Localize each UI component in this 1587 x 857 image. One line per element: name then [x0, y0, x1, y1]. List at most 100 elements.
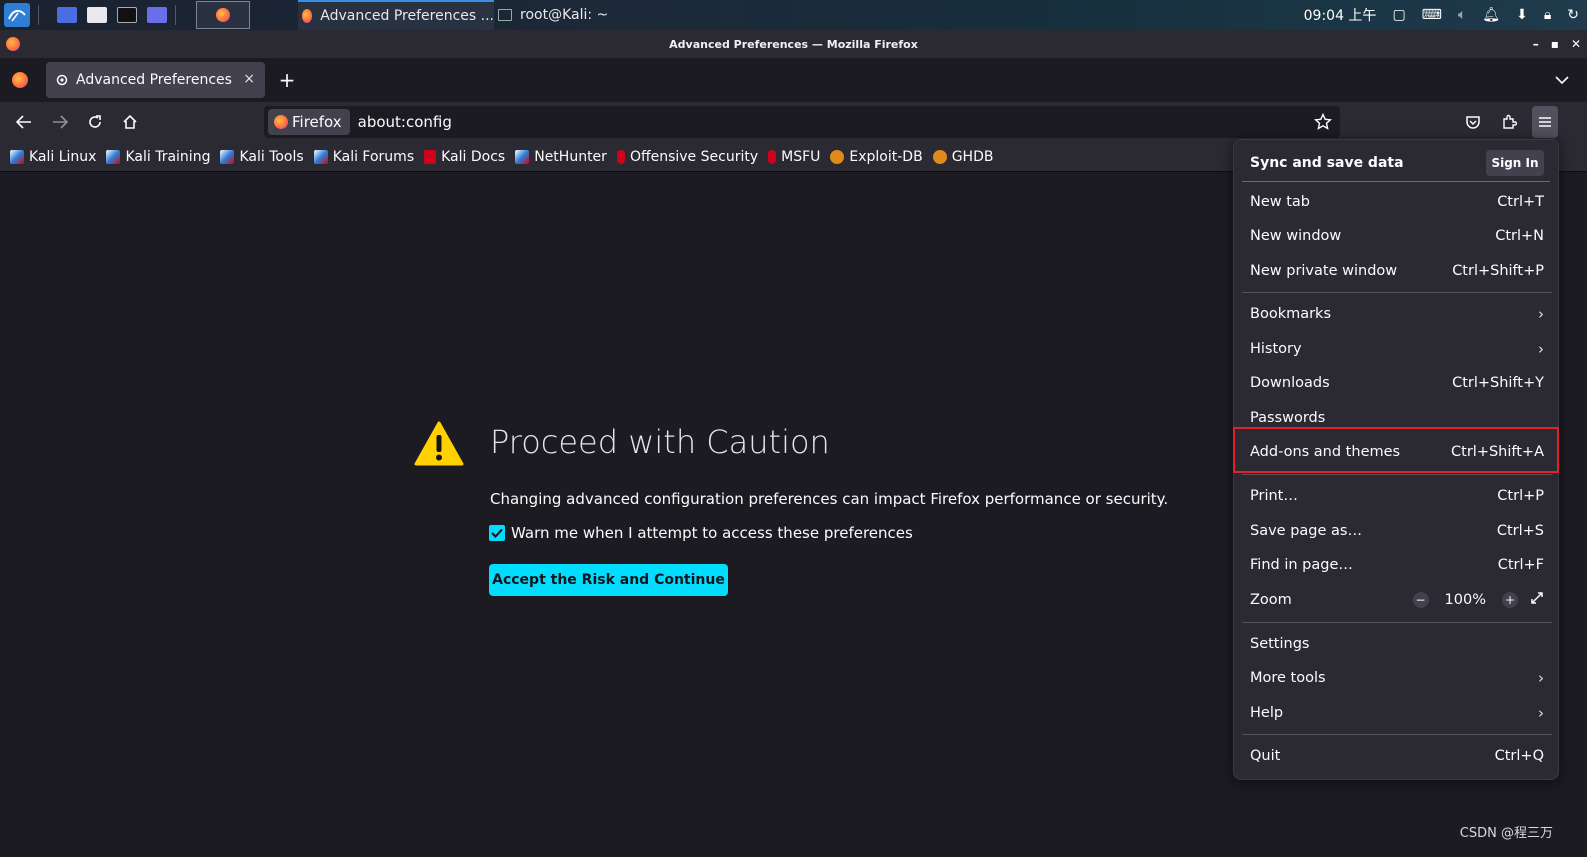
- app-menu-button[interactable]: [1532, 106, 1558, 138]
- desktop-taskbar: Advanced Preferences ... root@Kali: ~ 09…: [0, 0, 1587, 30]
- update-icon[interactable]: ⬇︎: [1516, 7, 1528, 23]
- menu-separator: [1242, 474, 1552, 475]
- bookmark-item[interactable]: Exploit-DB: [830, 148, 923, 165]
- reload-icon[interactable]: [85, 112, 105, 132]
- menu-item-quit[interactable]: Quit Ctrl+Q: [1242, 739, 1552, 773]
- menu-item-label: Print…: [1250, 488, 1298, 504]
- bookmark-item[interactable]: Kali Forums: [313, 149, 414, 165]
- pocket-icon[interactable]: [1463, 112, 1483, 132]
- zoom-level[interactable]: 100%: [1445, 592, 1486, 608]
- close-tab-icon[interactable]: ×: [243, 71, 255, 87]
- bookmark-item[interactable]: Kali Tools: [220, 149, 304, 165]
- menu-item-history[interactable]: History ›: [1242, 332, 1552, 366]
- menu-item-help[interactable]: Help ›: [1242, 696, 1552, 730]
- tab-advanced-preferences[interactable]: Advanced Preferences ×: [46, 62, 265, 98]
- minimize-button[interactable]: –: [1533, 37, 1539, 51]
- bookmark-item[interactable]: Offensive Security: [616, 148, 759, 165]
- menu-item-print[interactable]: Print… Ctrl+P: [1242, 479, 1552, 513]
- zoom-in-button[interactable]: +: [1502, 592, 1518, 608]
- power-icon[interactable]: ↻: [1567, 7, 1579, 23]
- chevron-right-icon: ›: [1538, 340, 1544, 358]
- firefox-icon: [274, 115, 288, 129]
- taskbar-task-terminal[interactable]: root@Kali: ~: [498, 0, 608, 30]
- menu-item-downloads[interactable]: Downloads Ctrl+Shift+Y: [1242, 366, 1552, 400]
- clock[interactable]: 09:04 上午: [1304, 5, 1377, 25]
- chevron-right-icon: ›: [1538, 305, 1544, 323]
- chevron-right-icon: ›: [1538, 669, 1544, 687]
- menu-item-label: History: [1250, 341, 1302, 357]
- zoom-out-button[interactable]: −: [1412, 592, 1429, 608]
- maximize-button[interactable]: ▪: [1551, 37, 1559, 51]
- menu-item-new-tab[interactable]: New tab Ctrl+T: [1242, 185, 1552, 219]
- home-icon[interactable]: [120, 112, 140, 132]
- warn-checkbox-row[interactable]: Warn me when I attempt to access these p…: [489, 524, 913, 542]
- lock-icon[interactable]: 🔒︎: [1544, 7, 1551, 23]
- fullscreen-icon[interactable]: [1530, 591, 1544, 609]
- menu-item-label: Quit: [1250, 748, 1281, 764]
- accept-risk-button[interactable]: Accept the Risk and Continue: [489, 564, 728, 596]
- kali-icon: [106, 149, 121, 164]
- kali-icon: [313, 149, 328, 164]
- bookmark-item[interactable]: GHDB: [932, 148, 994, 165]
- firefox-view-icon[interactable]: [12, 72, 28, 88]
- menu-item-more-tools[interactable]: More tools ›: [1242, 661, 1552, 695]
- menu-separator: [1242, 292, 1552, 293]
- show-desktop-icon[interactable]: [57, 7, 77, 23]
- task-label: root@Kali: ~: [520, 7, 609, 23]
- warn-checkbox[interactable]: [489, 525, 505, 541]
- menu-item-label: New tab: [1250, 194, 1311, 210]
- bookmark-star-icon[interactable]: [1313, 112, 1333, 135]
- firefox-icon: [302, 9, 313, 23]
- firefox-launcher[interactable]: [196, 1, 250, 29]
- kali-menu-icon[interactable]: [4, 3, 30, 27]
- menu-item-zoom: Zoom − 100% +: [1242, 583, 1552, 617]
- display-icon[interactable]: ▢: [1392, 7, 1405, 23]
- close-window-button[interactable]: ✕: [1571, 37, 1581, 51]
- menu-item-bookmarks[interactable]: Bookmarks ›: [1242, 297, 1552, 331]
- menu-item-label: More tools: [1250, 670, 1326, 686]
- url-input[interactable]: about:config: [358, 113, 452, 131]
- taskbar-task-firefox[interactable]: Advanced Preferences ...: [298, 0, 494, 30]
- window-title: Advanced Preferences — Mozilla Firefox: [669, 37, 918, 51]
- forward-arrow-icon[interactable]: [50, 112, 70, 132]
- menu-item-label: Save page as…: [1250, 523, 1362, 539]
- menu-item-save-page-as[interactable]: Save page as… Ctrl+S: [1242, 514, 1552, 548]
- menu-separator: [1242, 622, 1552, 623]
- terminal-launcher-icon[interactable]: [117, 7, 137, 23]
- menu-item-find-in-page[interactable]: Find in page… Ctrl+F: [1242, 548, 1552, 582]
- system-tray: 09:04 上午 ▢ ⌨ 🔈︎ 🔔︎ ⬇︎ 🔒︎ ↻: [1304, 0, 1587, 30]
- bookmark-label: Offensive Security: [629, 148, 759, 165]
- screen-recorder-icon[interactable]: [147, 7, 167, 23]
- bookmark-item[interactable]: MSFU: [768, 149, 820, 165]
- menu-item-new-window[interactable]: New window Ctrl+N: [1242, 219, 1552, 253]
- bookmark-label: Exploit-DB: [849, 148, 923, 165]
- exploitdb-icon: [830, 149, 845, 164]
- new-tab-button[interactable]: +: [276, 68, 298, 92]
- menu-item-settings[interactable]: Settings: [1242, 627, 1552, 661]
- keyboard-icon[interactable]: ⌨: [1422, 7, 1442, 23]
- identity-box[interactable]: Firefox: [268, 109, 350, 135]
- gear-icon: [54, 72, 70, 88]
- bookmark-item[interactable]: Kali Docs: [424, 149, 505, 165]
- bookmark-label: GHDB: [951, 148, 994, 165]
- menu-item-new-private-window[interactable]: New private window Ctrl+Shift+P: [1242, 254, 1552, 288]
- tab-strip: Advanced Preferences × +: [0, 58, 1587, 102]
- bookmark-item[interactable]: Kali Linux: [10, 149, 96, 165]
- file-manager-icon[interactable]: [87, 7, 107, 23]
- watermark: CSDN @程三万: [1459, 826, 1553, 841]
- volume-icon[interactable]: 🔈︎: [1458, 7, 1466, 23]
- list-all-tabs-chevron-icon[interactable]: [1555, 70, 1569, 89]
- kali-docs-icon: [424, 149, 437, 164]
- extensions-puzzle-icon[interactable]: [1499, 112, 1519, 132]
- menu-item-label: Help: [1250, 705, 1284, 721]
- menu-item-shortcut: Ctrl+Shift+P: [1452, 263, 1544, 279]
- bookmark-item[interactable]: Kali Training: [106, 149, 210, 165]
- sign-in-button[interactable]: Sign In: [1486, 150, 1544, 176]
- back-arrow-icon[interactable]: [14, 112, 34, 132]
- url-bar[interactable]: Firefox about:config: [264, 106, 1340, 138]
- menu-item-shortcut: Ctrl+Shift+Y: [1452, 375, 1544, 391]
- bookmark-item[interactable]: NetHunter: [515, 149, 607, 165]
- notification-bell-icon[interactable]: 🔔︎: [1482, 7, 1500, 23]
- firefox-icon: [6, 37, 20, 51]
- offsec-icon: [616, 149, 625, 164]
